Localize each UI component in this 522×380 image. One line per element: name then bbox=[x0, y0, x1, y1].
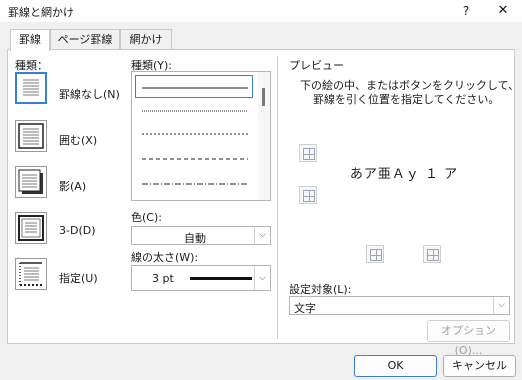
color-value: 自動 bbox=[184, 232, 206, 245]
tab-shading[interactable]: 網かけ bbox=[120, 29, 172, 49]
setting-3d-label[interactable]: 3-D(D) bbox=[59, 224, 96, 237]
column-divider bbox=[277, 56, 278, 339]
color-label: 色(C): bbox=[131, 211, 162, 224]
apply-to-label: 設定対象(L): bbox=[289, 283, 352, 296]
dialog-title: 罫線と網かけ bbox=[8, 6, 74, 19]
line-style-list[interactable] bbox=[131, 71, 271, 201]
preview-sample-text: あア亜Ａｙ １ ア bbox=[349, 167, 459, 182]
width-label: 線の太さ(W): bbox=[131, 251, 199, 264]
tab-page-border[interactable]: ページ罫線 bbox=[50, 29, 120, 49]
setting-3d-icon[interactable] bbox=[15, 212, 47, 244]
title-bar: 罫線と網かけ ? ✕ bbox=[0, 0, 522, 22]
top-border-button[interactable] bbox=[299, 144, 317, 162]
left-border-button[interactable] bbox=[366, 245, 384, 263]
setting-custom-icon[interactable] bbox=[15, 258, 47, 290]
ok-button[interactable]: OK bbox=[354, 355, 437, 377]
preview-instructions-line2: 罫線を引く位置を指定してください。 bbox=[313, 93, 500, 106]
setting-heading: 種類： bbox=[15, 59, 48, 72]
cancel-button[interactable]: キャンセル bbox=[443, 355, 516, 377]
chevron-down-icon[interactable]: ⌵ bbox=[254, 266, 270, 290]
close-button[interactable]: ✕ bbox=[493, 2, 513, 20]
preview-heading: プレビュー bbox=[289, 59, 344, 72]
color-dropdown[interactable]: 自動 ⌵ bbox=[131, 226, 271, 245]
setting-none-icon[interactable] bbox=[15, 72, 47, 104]
border-preview[interactable]: あア亜Ａｙ １ ア bbox=[340, 116, 468, 232]
line-style-options[interactable] bbox=[132, 72, 260, 200]
apply-to-value: 文字 bbox=[294, 302, 316, 315]
line-style-scrollbar[interactable] bbox=[258, 72, 270, 200]
bottom-border-button[interactable] bbox=[299, 186, 317, 204]
line-width-value: 3 pt bbox=[152, 272, 174, 285]
setting-box-icon[interactable] bbox=[15, 120, 47, 152]
setting-none-label[interactable]: 罫線なし(N) bbox=[59, 86, 120, 102]
chevron-down-icon[interactable]: ⌵ bbox=[254, 227, 270, 244]
setting-shadow-icon[interactable] bbox=[15, 166, 47, 198]
line-width-sample bbox=[190, 277, 252, 280]
setting-custom-label[interactable]: 指定(U) bbox=[59, 270, 98, 286]
setting-shadow-label[interactable]: 影(A) bbox=[59, 178, 86, 194]
scrollbar-thumb[interactable] bbox=[262, 88, 265, 106]
line-width-dropdown[interactable]: 3 pt ⌵ bbox=[131, 265, 271, 291]
help-button[interactable]: ? bbox=[457, 2, 475, 20]
right-border-button[interactable] bbox=[423, 245, 441, 263]
apply-to-dropdown[interactable]: 文字 ⌵ bbox=[289, 296, 510, 315]
chevron-down-icon[interactable]: ⌵ bbox=[493, 297, 509, 314]
setting-box-label[interactable]: 囲む(X) bbox=[59, 132, 97, 148]
options-button[interactable]: オプション(O)... bbox=[427, 320, 510, 357]
tab-borders[interactable]: 罫線 bbox=[10, 29, 50, 51]
